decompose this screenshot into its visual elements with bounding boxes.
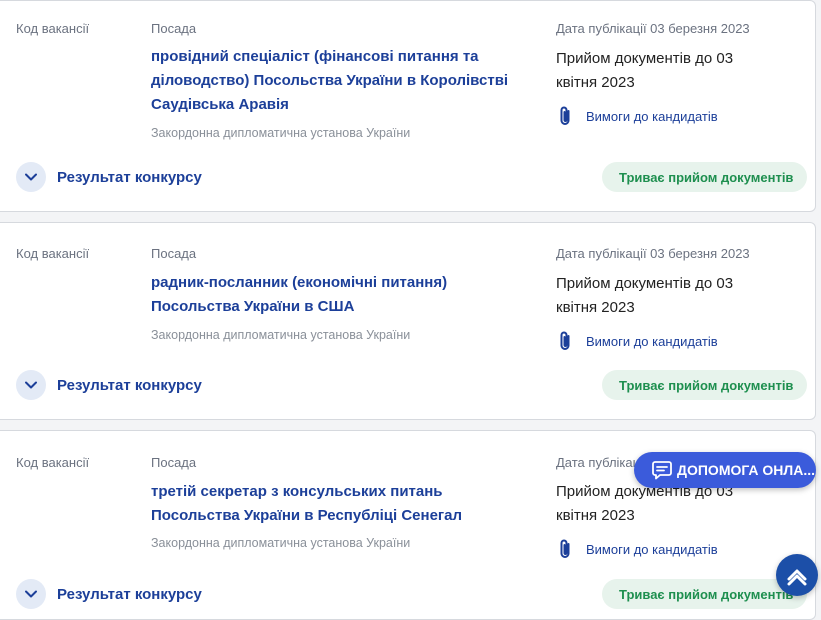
chevron-up-icon (787, 569, 807, 586)
chevron-down-icon (16, 162, 46, 192)
requirements-link[interactable]: Вимоги до кандидатів (556, 538, 718, 560)
result-toggle-label: Результат конкурсу (57, 376, 202, 394)
chevron-down-icon (16, 579, 46, 609)
publication-date: Дата публікації 03 березня 2023 (556, 246, 750, 261)
paperclip-icon (560, 106, 570, 125)
organization-name: Закордонна дипломатична установа України (151, 328, 411, 342)
result-toggle[interactable]: Результат конкурсу (16, 370, 202, 400)
result-toggle[interactable]: Результат конкурсу (16, 579, 202, 609)
paperclip-icon (560, 539, 570, 558)
vacancy-code-label: Код вакансії (16, 455, 90, 470)
chevron-down-icon (16, 370, 46, 400)
deadline-text: Прийом документів до 03 квітня 2023 (556, 275, 734, 316)
vacancy-card: Код вакансії Посада Дата публікації 03 б… (0, 0, 816, 212)
deadline-text: Прийом документів до 03 квітня 2023 (556, 50, 734, 91)
requirements-link-label: Вимоги до кандидатів (586, 108, 718, 124)
vacancy-code-label: Код вакансії (16, 21, 90, 36)
vacancy-code-label: Код вакансії (16, 246, 90, 261)
position-label: Посада (151, 246, 197, 261)
requirements-link[interactable]: Вимоги до кандидатів (556, 105, 718, 127)
organization-name: Закордонна дипломатична установа України (151, 126, 411, 140)
paperclip-icon (560, 331, 570, 350)
vacancy-title-link[interactable]: третій секретар з консульських питань По… (151, 480, 511, 528)
help-online-button[interactable]: ДОПОМОГА ОНЛА... (634, 452, 816, 488)
vacancy-title-link[interactable]: радник-посланник (економічні питання) По… (151, 271, 511, 319)
position-label: Посада (151, 455, 197, 470)
status-badge: Триває прийом документів (602, 162, 808, 192)
help-online-label: ДОПОМОГА ОНЛА... (677, 462, 816, 478)
requirements-link-label: Вимоги до кандидатів (586, 333, 718, 349)
position-label: Посада (151, 21, 197, 36)
publication-date: Дата публікації 03 березня 2023 (556, 21, 750, 36)
status-badge: Триває прийом документів (602, 579, 808, 609)
status-badge: Триває прийом документів (602, 370, 808, 400)
requirements-link-label: Вимоги до кандидатів (586, 541, 718, 557)
scroll-to-top-button[interactable] (776, 554, 818, 596)
result-toggle-label: Результат конкурсу (57, 168, 202, 186)
organization-name: Закордонна дипломатична установа України (151, 536, 411, 550)
result-toggle[interactable]: Результат конкурсу (16, 162, 202, 192)
vacancy-card: Код вакансії Посада Дата публікації 03 б… (0, 222, 816, 420)
chat-icon (652, 461, 672, 480)
requirements-link[interactable]: Вимоги до кандидатів (556, 330, 718, 352)
vacancy-title-link[interactable]: провідний спеціаліст (фінансові питання … (151, 45, 511, 117)
